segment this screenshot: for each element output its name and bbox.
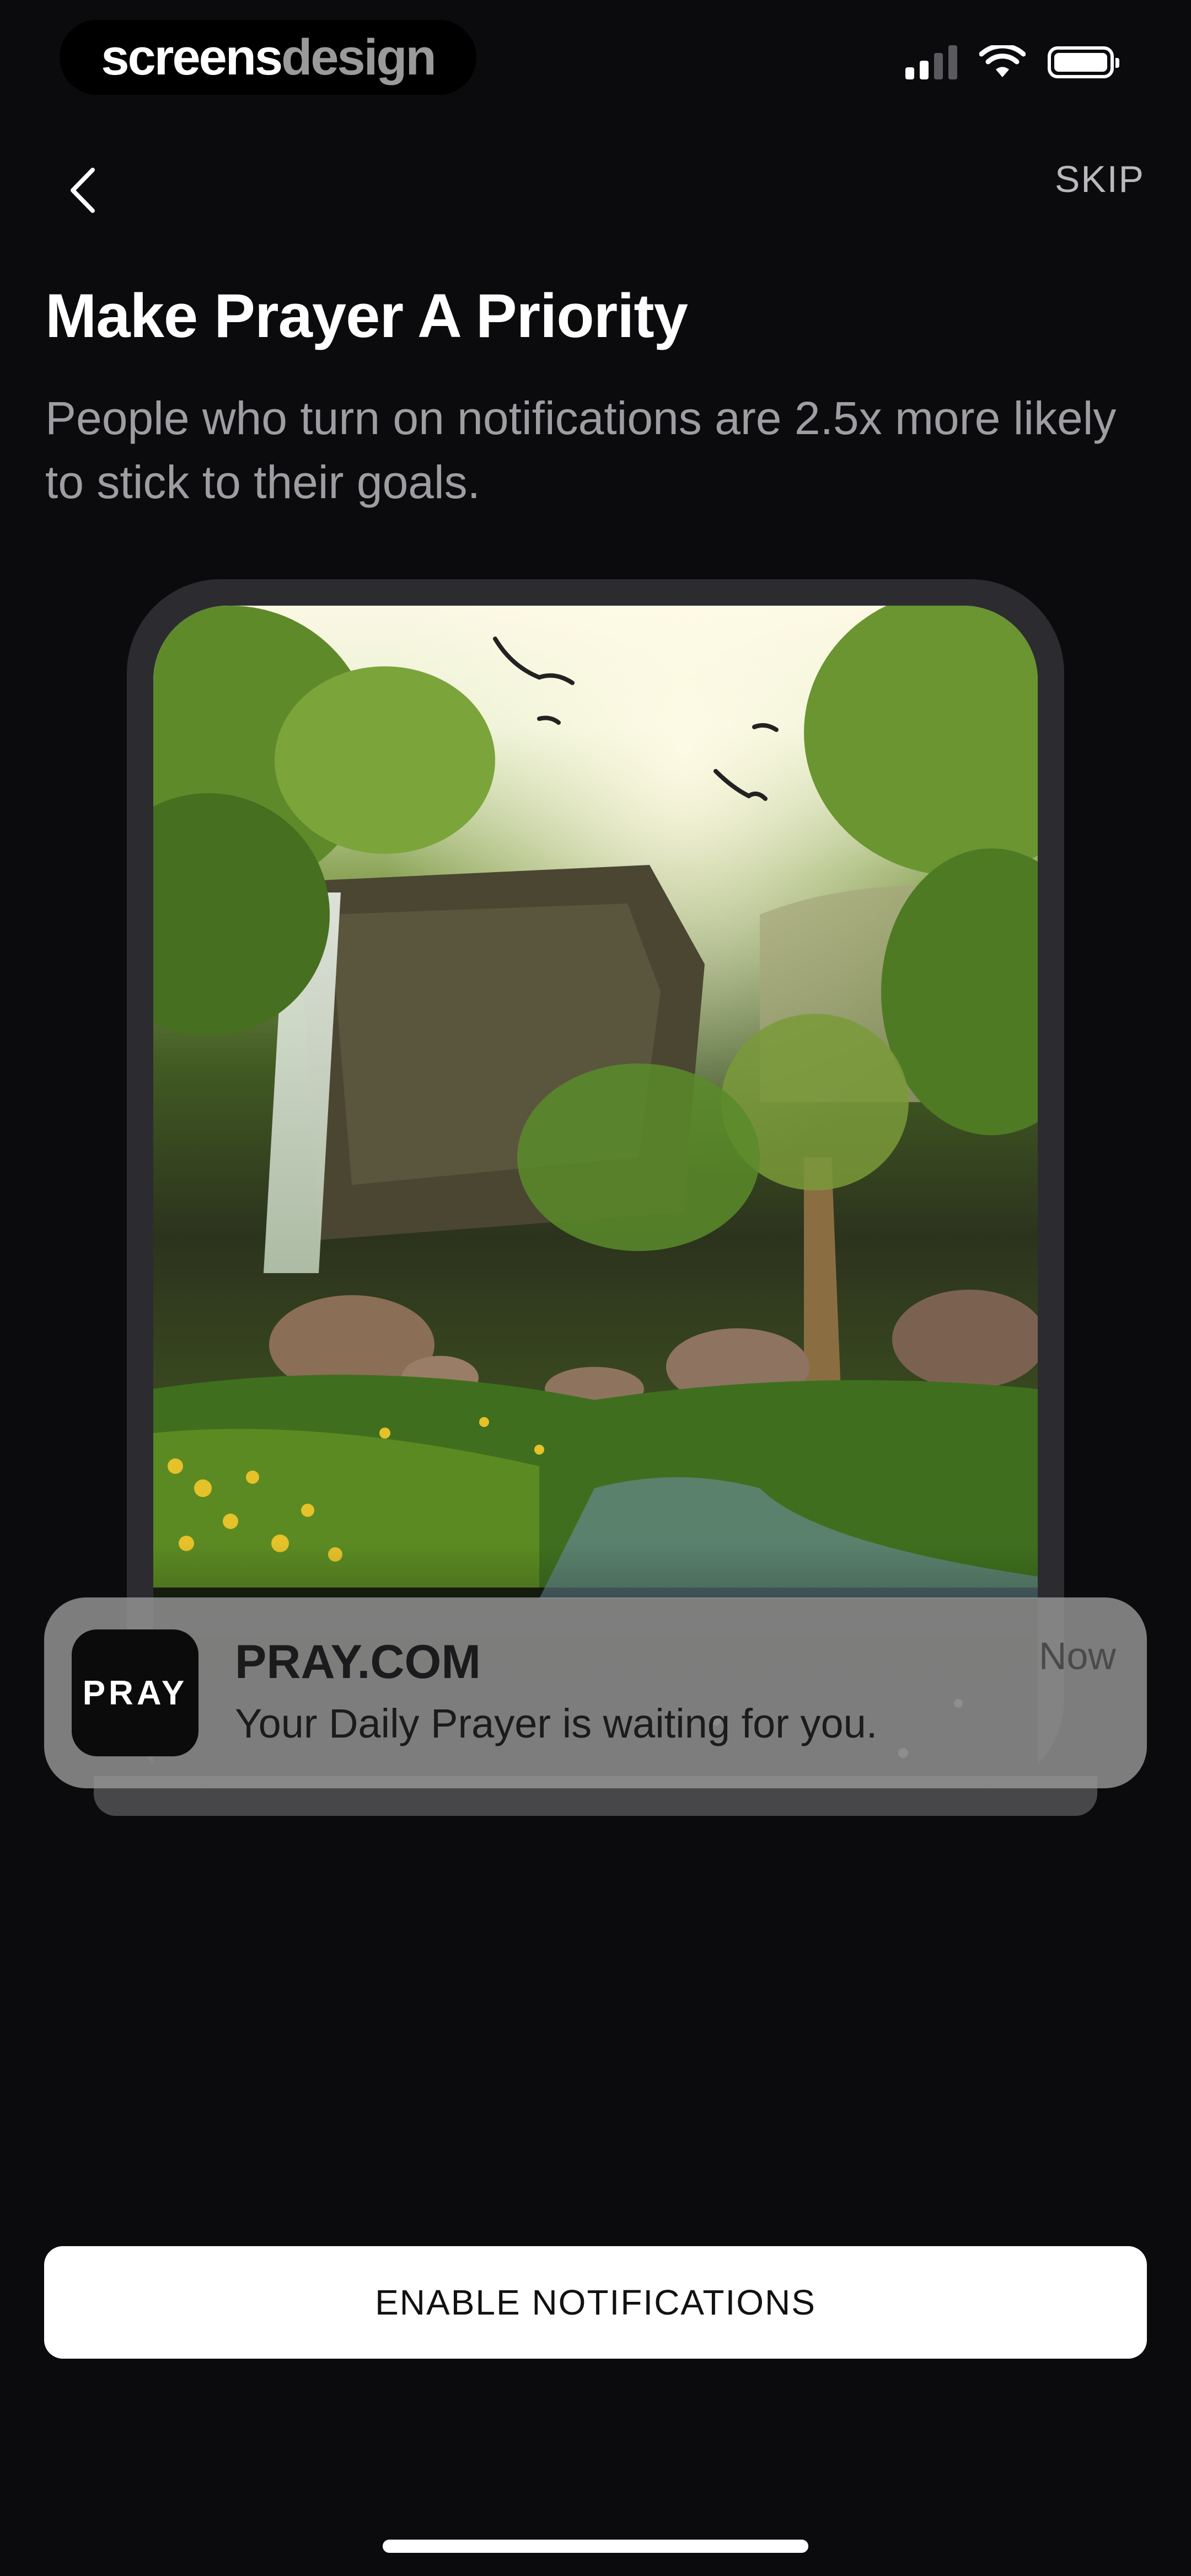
wifi-icon [979, 45, 1026, 77]
watermark-text-screens: screens [101, 29, 283, 85]
chevron-left-icon [71, 168, 95, 213]
enable-notifications-button[interactable]: ENABLE NOTIFICATIONS [44, 2246, 1147, 2359]
skip-button[interactable]: SKIP [1055, 158, 1145, 201]
notification-time: Now [1038, 1634, 1116, 1677]
notification-preview: PRAY PRAY.COM Your Daily Prayer is waiti… [44, 1597, 1147, 1788]
screensdesign-watermark: screens design [60, 20, 476, 95]
page-title: Make Prayer A Priority [45, 281, 688, 350]
onboarding-screen: screens design SKIP Make Prayer A Priorit… [0, 0, 1191, 2576]
back-button[interactable] [55, 160, 110, 221]
battery-icon [1048, 46, 1119, 78]
watermark-text-design: design [281, 29, 436, 85]
notification-body: PRAY.COM Your Daily Prayer is waiting fo… [235, 1634, 877, 1751]
home-indicator[interactable] [383, 2540, 808, 2553]
notification-app-name: PRAY.COM [235, 1636, 481, 1688]
notification-message: Your Daily Prayer is waiting for you. [235, 1701, 878, 1746]
pray-app-icon: PRAY [72, 1629, 198, 1756]
cellular-signal-icon [905, 45, 957, 79]
page-subtitle: People who turn on notifications are 2.5… [45, 392, 1117, 508]
status-bar-icons [905, 45, 1119, 79]
